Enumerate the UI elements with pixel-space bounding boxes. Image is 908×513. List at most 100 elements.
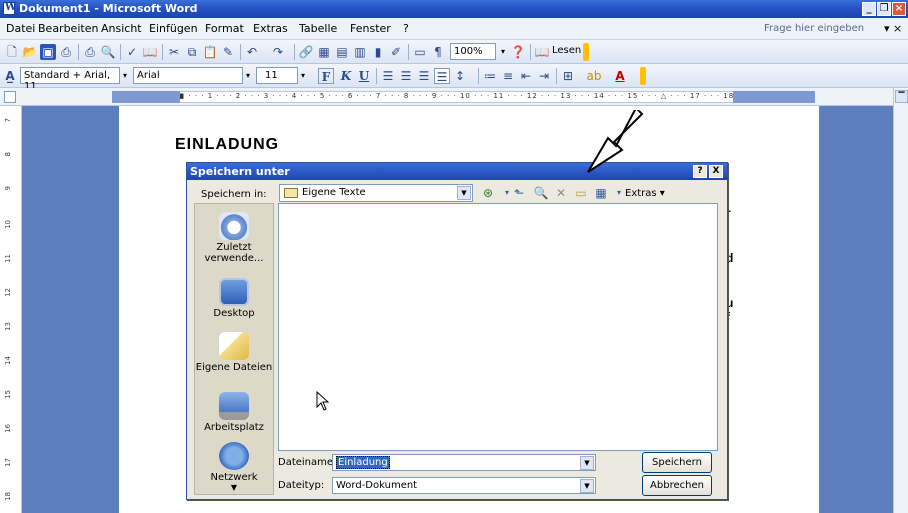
dialog-help-button[interactable]: ? xyxy=(693,165,707,178)
menu-format[interactable]: Format xyxy=(205,22,244,35)
vertical-scrollbar[interactable]: ▔ xyxy=(893,88,908,513)
redo-icon[interactable]: ↷ xyxy=(270,44,286,60)
align-left-icon[interactable]: ☰ xyxy=(380,68,396,84)
place-desktop[interactable]: Desktop xyxy=(195,278,273,319)
menu-fenster[interactable]: Fenster xyxy=(350,22,391,35)
border-icon[interactable]: ⊞ xyxy=(560,68,576,84)
decrease-indent-icon[interactable]: ⇤ xyxy=(518,68,534,84)
menu-help[interactable]: ? xyxy=(403,22,409,35)
read-icon[interactable]: 📖 xyxy=(534,44,550,60)
filename-input[interactable]: Einladung ▼ xyxy=(332,454,596,471)
bullets-icon[interactable]: ≡ xyxy=(500,68,516,84)
save-in-select[interactable]: Eigene Texte ▼ xyxy=(279,184,473,202)
vertical-ruler[interactable]: 7 8 9 10 11 12 13 14 15 16 17 18 xyxy=(0,106,22,513)
restore-button[interactable]: ❐ xyxy=(877,2,891,16)
zoom-select[interactable]: 100% xyxy=(450,43,496,60)
cut-icon[interactable]: ✂ xyxy=(166,44,182,60)
font-select[interactable]: Arial xyxy=(133,67,243,84)
save-in-dropdown-icon[interactable]: ▼ xyxy=(457,186,471,200)
line-spacing-icon[interactable]: ↕ xyxy=(452,68,468,84)
insert-excel-icon[interactable]: ▥ xyxy=(352,44,368,60)
menu-ansicht[interactable]: Ansicht xyxy=(101,22,142,35)
help-search-box[interactable]: Frage hier eingeben xyxy=(764,23,864,34)
increase-indent-icon[interactable]: ⇥ xyxy=(536,68,552,84)
document-map-icon[interactable]: ▭ xyxy=(412,44,428,60)
insert-table-icon[interactable]: ▤ xyxy=(334,44,350,60)
menu-tabelle[interactable]: Tabelle xyxy=(299,22,337,35)
place-recent[interactable]: Zuletzt verwende... xyxy=(195,212,273,264)
align-center-icon[interactable]: ☰ xyxy=(398,68,414,84)
numbering-icon[interactable]: ≔ xyxy=(482,68,498,84)
menu-datei[interactable]: Datei xyxy=(6,22,35,35)
show-formatting-icon[interactable]: ¶ xyxy=(430,44,446,60)
italic-icon[interactable]: K xyxy=(338,68,354,84)
place-my-computer[interactable]: Arbeitsplatz xyxy=(195,392,273,433)
highlight-icon[interactable]: ab xyxy=(586,68,602,84)
split-box[interactable]: ▔ xyxy=(895,90,908,103)
underline-icon[interactable]: U xyxy=(356,68,372,84)
new-document-icon[interactable]: 🗋 xyxy=(4,44,20,60)
print-preview-icon[interactable]: 🔍 xyxy=(100,44,116,60)
style-dropdown-icon[interactable]: ▾ xyxy=(120,67,130,84)
read-button-label[interactable]: Lesen xyxy=(552,45,581,56)
help-icon[interactable]: ❓ xyxy=(510,44,526,60)
format-toolbar-options-handle[interactable] xyxy=(640,67,646,85)
research-icon[interactable]: 📖 xyxy=(142,44,158,60)
font-color-icon[interactable]: A xyxy=(612,68,628,84)
font-dropdown-icon[interactable]: ▾ xyxy=(243,67,253,84)
columns-icon[interactable]: ▮ xyxy=(370,44,386,60)
align-right-icon[interactable]: ☰ xyxy=(416,68,432,84)
tab-selector[interactable] xyxy=(4,91,16,103)
new-folder-icon[interactable]: ▭ xyxy=(573,185,589,201)
back-icon[interactable]: ⊛ xyxy=(480,185,496,201)
menu-bearbeiten[interactable]: Bearbeiten xyxy=(38,22,98,35)
places-scroll-down-icon[interactable]: ▼ xyxy=(195,483,273,492)
save-icon[interactable]: ▣ xyxy=(40,44,56,60)
delete-icon[interactable]: ✕ xyxy=(553,185,569,201)
zoom-dropdown-icon[interactable]: ▾ xyxy=(498,43,508,60)
word-app-icon[interactable] xyxy=(3,2,16,15)
print-icon[interactable]: ⎙ xyxy=(82,44,98,60)
place-my-documents[interactable]: Eigene Dateien xyxy=(195,332,273,373)
horizontal-ruler[interactable]: · 2 · · · 1 · · · ■ · · · 1 · · · 2 · · … xyxy=(0,88,908,106)
minimize-button[interactable]: _ xyxy=(862,2,876,16)
bold-icon[interactable]: F xyxy=(318,68,334,84)
cancel-button[interactable]: Abbrechen xyxy=(642,475,712,496)
font-size-select[interactable]: 11 xyxy=(256,67,298,84)
place-network[interactable]: Netzwerk ▼ xyxy=(195,442,273,492)
format-painter-icon[interactable]: ✎ xyxy=(220,44,236,60)
search-web-icon[interactable]: 🔍 xyxy=(533,185,549,201)
paste-icon[interactable]: 📋 xyxy=(202,44,218,60)
menu-extras[interactable]: Extras xyxy=(253,22,288,35)
views-icon[interactable]: ▦ xyxy=(593,185,609,201)
file-list[interactable] xyxy=(278,203,718,451)
my-computer-icon xyxy=(219,392,249,420)
standard-toolbar: 🗋 📂 ▣ ⎙ ⎙ 🔍 ✓ 📖 ✂ ⧉ 📋 ✎ ↶ ↷ 🔗 ▦ ▤ ▥ ▮ ✐ … xyxy=(0,40,908,64)
open-icon[interactable]: 📂 xyxy=(22,44,38,60)
extras-menu[interactable]: Extras ▾ xyxy=(625,188,665,199)
save-button[interactable]: Speichern xyxy=(642,452,712,473)
toolbar-options-handle[interactable] xyxy=(583,43,589,61)
drawing-icon[interactable]: ✐ xyxy=(388,44,404,60)
filetype-select[interactable]: Word-Dokument ▼ xyxy=(332,477,596,494)
font-size-dropdown-icon[interactable]: ▾ xyxy=(298,67,308,84)
undo-icon[interactable]: ↶ xyxy=(244,44,260,60)
style-select[interactable]: Standard + Arial, 11 xyxy=(20,67,120,92)
menu-einfuegen[interactable]: Einfügen xyxy=(149,22,198,35)
filetype-dropdown-icon[interactable]: ▼ xyxy=(580,479,594,493)
filename-dropdown-icon[interactable]: ▼ xyxy=(580,456,594,470)
justify-icon[interactable]: ☰ xyxy=(434,68,450,84)
network-icon xyxy=(219,442,249,470)
permission-icon[interactable]: ⎙ xyxy=(58,44,74,60)
copy-icon[interactable]: ⧉ xyxy=(184,44,200,60)
tables-borders-icon[interactable]: ▦ xyxy=(316,44,332,60)
formatting-toolbar: A̲ Standard + Arial, 11 ▾ Arial ▾ 11 ▾ F… xyxy=(0,64,908,92)
menu-close-icon[interactable]: ▾ × xyxy=(884,22,902,35)
filetype-label: Dateityp: xyxy=(278,480,325,491)
hyperlink-icon[interactable]: 🔗 xyxy=(298,44,314,60)
styles-formatting-icon[interactable]: A̲ xyxy=(2,68,18,84)
dialog-close-button[interactable]: X xyxy=(709,165,723,178)
up-folder-icon[interactable]: ⬑ xyxy=(511,185,527,201)
close-window-button[interactable]: × xyxy=(892,2,906,16)
spelling-icon[interactable]: ✓ xyxy=(124,44,140,60)
